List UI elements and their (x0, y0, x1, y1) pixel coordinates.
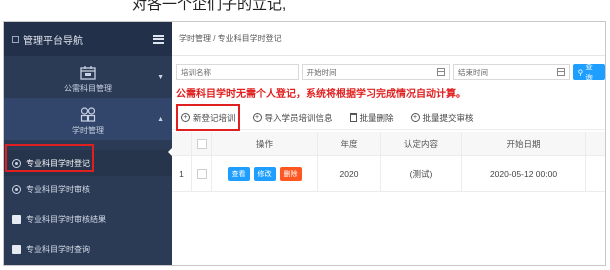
row-cert: (测试) (381, 156, 462, 191)
header-ops: 操作 (212, 132, 318, 155)
query-button[interactable]: ⚲ 查询 (572, 62, 605, 82)
sidebar-item-label: 专业科目学时查询 (26, 244, 90, 254)
input-placeholder: 结束时间 (458, 67, 489, 77)
warning-text: 公需科目学时无需个人登记，系统将根据学习完成情况自动计算。 (176, 89, 466, 100)
row-ops: 查看 修改 删除 (212, 156, 318, 191)
table-row: 1 查看 修改 删除 2020 (测试) 2020-05-12 00:00 (172, 156, 605, 192)
button-label: 导入学员培训信息 (264, 112, 333, 123)
calendar-icon (80, 66, 96, 80)
header-index (172, 132, 192, 155)
main-panel: 学时管理 / 专业科目学时登记 培训名称 开始时间 结束时间 ⚲ 查询 公需科目… (172, 22, 605, 265)
training-name-input[interactable]: 培训名称 (176, 64, 299, 80)
sidebar-section-public-courses[interactable]: 公需科目管理 ▼ (4, 56, 172, 98)
calendar-icon (437, 68, 446, 76)
page: 对各一个企们子的立记, 管理平台导航 公需科目管理 ▼ 学时管理 ▲ 专业科目学… (0, 0, 610, 270)
batch-delete-button[interactable]: 批量删除 (349, 112, 394, 124)
calendar-icon (556, 68, 565, 76)
logo-icon (12, 35, 19, 43)
batch-submit-button[interactable]: + 批量提交审核 (410, 112, 474, 124)
button-label: 批量删除 (359, 112, 394, 123)
records-table: 操作 年度 认定内容 开始日期 1 查看 修改 删除 2020 (测试) 202… (172, 132, 605, 192)
plus-icon: + (252, 113, 262, 122)
breadcrumb: 学时管理 / 专业科目学时登记 (172, 22, 605, 56)
sidebar-section-label: 公需科目管理 (64, 84, 112, 93)
sidebar-item-label: 专业科目学时审核 (26, 184, 90, 194)
button-label: 批量提交审核 (422, 112, 474, 123)
sidebar-title: 管理平台导航 (23, 35, 83, 47)
header-year[interactable]: 年度 (318, 132, 381, 155)
caret-up-icon: ▲ (157, 116, 164, 123)
document-icon (12, 214, 21, 224)
trash-icon (349, 113, 357, 122)
delete-button[interactable]: 删除 (279, 166, 302, 181)
row-checkbox[interactable] (196, 168, 207, 179)
query-label: 查询 (585, 62, 593, 82)
header-start-date[interactable]: 开始日期 (462, 132, 586, 155)
view-button[interactable]: 查看 (227, 166, 250, 181)
highlight-box (5, 144, 94, 172)
row-year: 2020 (318, 156, 381, 191)
sidebar: 管理平台导航 公需科目管理 ▼ 学时管理 ▲ 专业科目学时登记 专业科目学时审核… (4, 22, 173, 265)
sidebar-section-hours[interactable]: 学时管理 ▲ (4, 98, 172, 140)
sidebar-section-label: 学时管理 (72, 126, 104, 135)
input-placeholder: 开始时间 (306, 67, 337, 77)
sidebar-item-hours-review[interactable]: 专业科目学时审核 (4, 176, 172, 202)
highlight-box (176, 104, 240, 131)
row-start-date: 2020-05-12 00:00 (462, 156, 586, 191)
input-placeholder: 培训名称 (181, 67, 211, 77)
sidebar-header: 管理平台导航 (4, 22, 172, 56)
table-header: 操作 年度 认定内容 开始日期 (172, 132, 605, 156)
search-icon: ⚲ (577, 67, 584, 77)
page-caption: 对各一个企们子的立记, (132, 0, 287, 13)
sidebar-item-label: 专业科目学时审核结果 (26, 214, 106, 224)
grid-icon (80, 107, 96, 122)
circle-dot-icon (12, 184, 21, 194)
start-date-input[interactable]: 开始时间 (301, 64, 451, 80)
header-checkbox-cell (192, 132, 212, 155)
select-all-checkbox[interactable] (196, 138, 207, 149)
sidebar-item-hours-query[interactable]: 专业科目学时查询 (4, 236, 172, 262)
sidebar-item-review-result[interactable]: 专业科目学时审核结果 (4, 206, 172, 232)
plus-icon: + (410, 113, 420, 122)
menu-toggle-icon[interactable] (153, 34, 164, 44)
filter-bar: 培训名称 开始时间 结束时间 ⚲ 查询 (176, 62, 605, 82)
header-cert[interactable]: 认定内容 (381, 132, 462, 155)
caret-down-icon: ▼ (157, 74, 164, 81)
row-index: 1 (172, 156, 192, 191)
edit-button[interactable]: 修改 (253, 166, 276, 181)
document-icon (12, 244, 21, 254)
app-window: 管理平台导航 公需科目管理 ▼ 学时管理 ▲ 专业科目学时登记 专业科目学时审核… (3, 21, 606, 266)
row-checkbox-cell (192, 156, 212, 191)
import-button[interactable]: + 导入学员培训信息 (252, 112, 333, 124)
end-date-input[interactable]: 结束时间 (453, 64, 570, 80)
